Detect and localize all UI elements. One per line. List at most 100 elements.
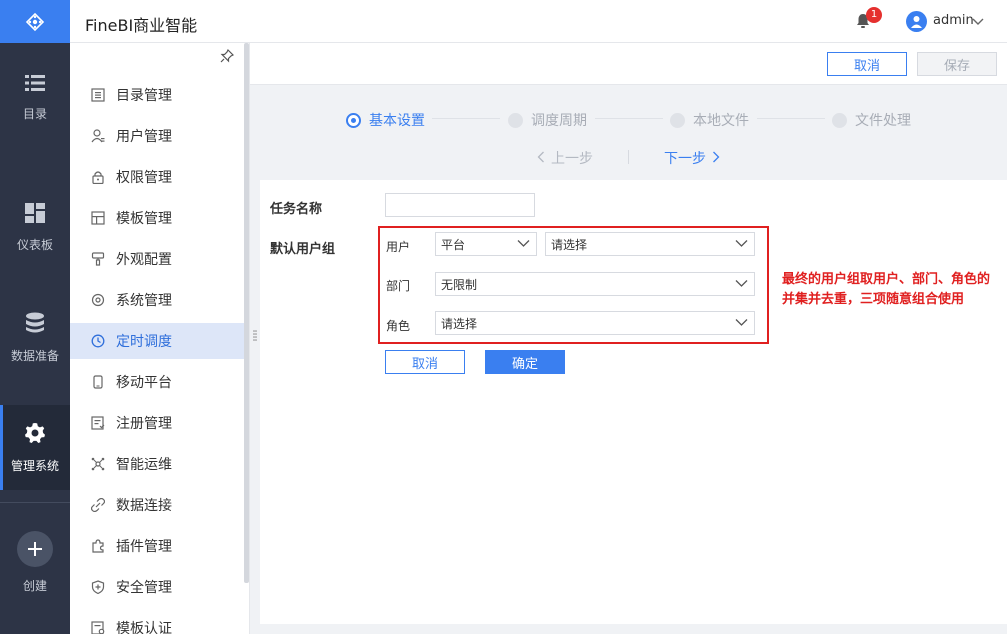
menu-item-permissions[interactable]: 权限管理 [70,159,244,195]
step-label: 基本设置 [369,113,425,129]
menu-item-appearance[interactable]: 外观配置 [70,241,244,277]
menu-item-security[interactable]: 安全管理 [70,569,244,605]
nav-item-create[interactable]: 创建 [0,520,70,605]
nav-label: 数据准备 [10,348,59,363]
task-name-input[interactable] [385,193,535,217]
dept-select[interactable]: 无限制 [435,272,755,296]
menu-item-registration[interactable]: 注册管理 [70,405,244,441]
settings-icon [91,293,105,307]
step-label: 本地文件 [693,113,749,129]
chevron-left-icon [537,151,544,163]
default-group-label: 默认用户组 [270,242,336,257]
step-local-file[interactable]: 本地文件 [670,110,749,130]
menu-item-label: 模板管理 [116,211,172,227]
menu-item-data-connection[interactable]: 数据连接 [70,487,244,523]
menu-item-templates[interactable]: 模板管理 [70,200,244,236]
step-nav-divider [628,150,629,164]
toolbar-save-button[interactable]: 保存 [917,52,997,76]
step-pending-icon [832,112,847,128]
pin-icon[interactable] [220,48,235,67]
nav-item-admin[interactable]: 管理系统 [0,405,70,490]
page-toolbar: 取消 保存 [250,43,1007,85]
user-select[interactable]: 请选择 [545,232,755,256]
step-file-processing[interactable]: 文件处理 [832,110,911,130]
user-type-value: 平台 [441,237,466,252]
annotation-text: 最终的用户组取用户、部门、角色的并集并去重，三项随意组合使用 [782,272,991,307]
menu-item-users[interactable]: 用户管理 [70,118,244,154]
brush-icon [91,252,105,266]
form-cancel-button[interactable]: 取消 [385,350,465,374]
dept-value: 无限制 [441,277,478,292]
menu-item-label: 系统管理 [116,293,172,309]
nav-item-dashboard[interactable]: 仪表板 [0,185,70,270]
main-nav: 目录 仪表板 数据准备 管理系统 创建 [0,0,70,634]
prev-step-button[interactable]: 上一步 [537,148,593,168]
user-select-value: 请选择 [551,237,588,252]
avatar[interactable] [906,11,927,32]
menu-item-label: 外观配置 [116,252,172,268]
app-title: FineBI商业智能 [85,16,198,35]
toolbar-cancel-button[interactable]: 取消 [827,52,907,76]
step-schedule-cycle[interactable]: 调度周期 [508,110,587,130]
notification-badge: 1 [866,7,882,23]
nav-item-data-prep[interactable]: 数据准备 [0,295,70,380]
clock-icon [91,334,105,348]
logo-icon [25,12,45,31]
role-label: 角色 [386,319,411,333]
menu-item-mobile[interactable]: 移动平台 [70,364,244,400]
resize-handle-icon[interactable] [253,330,257,342]
prev-step-label: 上一步 [551,151,593,167]
chevron-down-icon[interactable] [972,15,984,30]
app-logo[interactable] [0,0,70,43]
register-icon [91,416,105,430]
top-header: FineBI商业智能 1 admin [70,0,1007,43]
gear-icon [24,422,46,447]
menu-item-label: 目录管理 [116,88,172,104]
role-value: 请选择 [441,316,478,331]
nav-item-catalog[interactable]: 目录 [0,55,70,140]
menu-item-ops[interactable]: 智能运维 [70,446,244,482]
form-confirm-button[interactable]: 确定 [485,350,565,374]
catalog-icon [91,88,105,102]
user-type-select[interactable]: 平台 [435,232,537,256]
menu-scrollbar[interactable] [244,43,249,583]
role-select[interactable]: 请选择 [435,311,755,335]
menu-item-label: 权限管理 [116,170,172,186]
menu-item-plugins[interactable]: 插件管理 [70,528,244,564]
lock-icon [91,170,105,184]
shield-icon [91,580,105,594]
menu-item-scheduling[interactable]: 定时调度 [70,323,244,359]
menu-item-label: 插件管理 [116,539,172,555]
user-name[interactable]: admin [933,13,974,28]
step-connector [595,118,663,119]
nav-label: 仪表板 [16,237,53,252]
step-connector [757,118,825,119]
step-basic-settings[interactable]: 基本设置 [346,110,425,130]
step-label: 文件处理 [855,113,911,129]
step-connector [432,118,500,119]
admin-menu: 目录管理 用户管理 权限管理 模板管理 外观配置 系统管理 定时调度 移动平台 … [70,43,250,634]
chevron-down-icon [735,319,748,326]
nav-label: 管理系统 [10,458,59,473]
menu-item-label: 用户管理 [116,129,172,145]
menu-item-label: 模板认证 [116,621,172,634]
list-icon [25,74,45,95]
chevron-down-icon [735,240,748,247]
nav-label: 目录 [22,106,47,121]
menu-item-catalog[interactable]: 目录管理 [70,77,244,113]
menu-item-label: 注册管理 [116,416,172,432]
chevron-down-icon [517,240,530,247]
menu-item-label: 移动平台 [116,375,172,391]
menu-item-system[interactable]: 系统管理 [70,282,244,318]
chevron-down-icon [735,280,748,287]
menu-item-label: 智能运维 [116,457,172,473]
menu-item-label: 安全管理 [116,580,172,596]
database-icon [25,312,45,337]
menu-item-certification[interactable]: 模板认证 [70,610,244,634]
ops-icon [91,457,105,471]
next-step-button[interactable]: 下一步 [664,148,720,168]
step-pending-icon [670,112,685,128]
dashboard-icon [25,202,45,226]
nav-label: 创建 [22,579,47,593]
step-current-icon [346,112,361,128]
